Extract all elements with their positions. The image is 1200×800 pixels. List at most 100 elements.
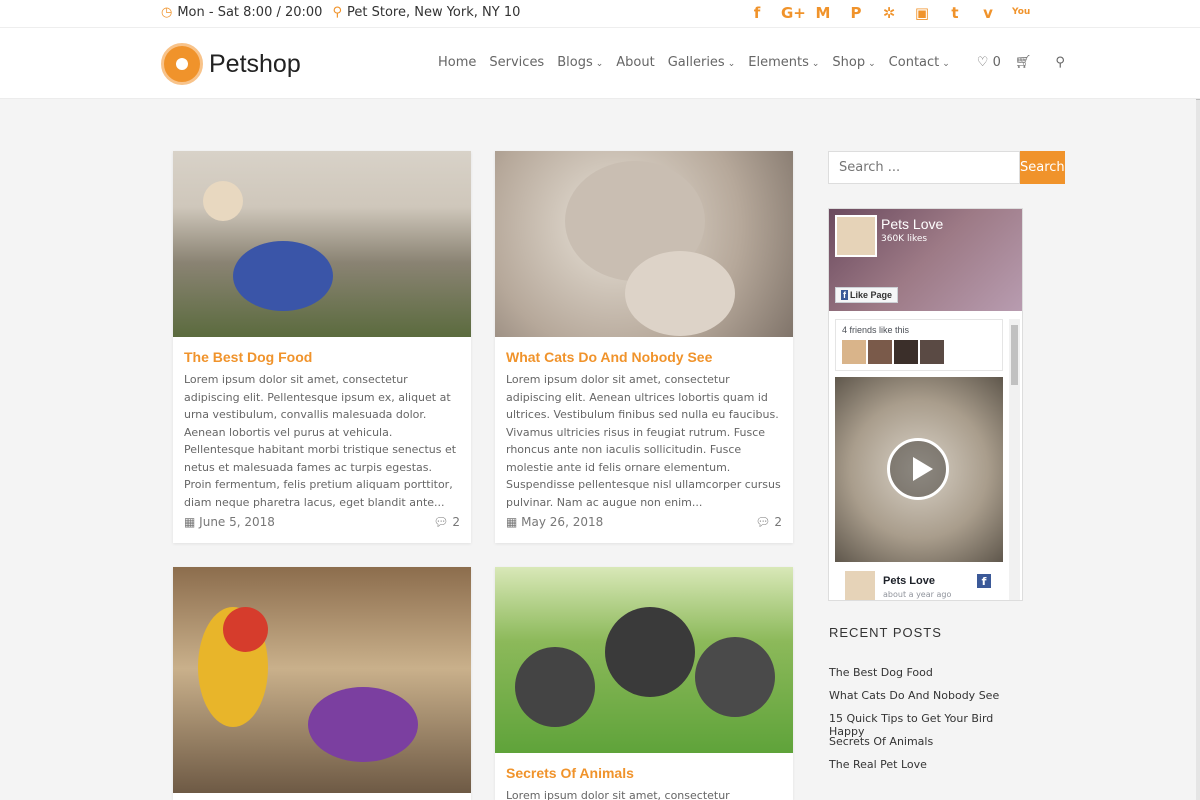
heart-icon: ♡ xyxy=(976,55,989,70)
hours-text: Mon - Sat 8:00 / 20:00 xyxy=(177,5,323,20)
bird-head-shape xyxy=(223,607,268,652)
friend-avatar[interactable] xyxy=(842,340,866,364)
fb-post-avatar[interactable] xyxy=(845,571,875,600)
play-icon[interactable] xyxy=(887,438,949,500)
nav-services[interactable]: Services xyxy=(489,55,544,70)
post-comments-count: 2 xyxy=(774,515,782,529)
nav-shop[interactable]: Shop ⌄ xyxy=(832,55,875,70)
location-text: Pet Store, New York, NY 10 xyxy=(347,5,521,20)
recent-post-link[interactable]: Secrets Of Animals xyxy=(829,735,1029,758)
post-comments-count: 2 xyxy=(452,515,460,529)
recent-post-link[interactable]: The Best Dog Food xyxy=(829,666,1029,689)
post-image-cats[interactable] xyxy=(495,151,793,337)
fb-friend-faces xyxy=(842,340,1002,364)
chevron-down-icon: ⌄ xyxy=(868,59,876,69)
puppy-shape xyxy=(605,607,695,697)
header-utilities: ♡ 0 🛒︎ ⚲ xyxy=(977,55,1065,70)
facebook-icon[interactable]: f xyxy=(748,4,766,22)
cart-icon[interactable]: 🛒︎ xyxy=(1015,55,1032,70)
fb-friends-text: 4 friends like this xyxy=(842,325,910,335)
fb-page-likes: 360K likes xyxy=(881,234,928,244)
chevron-down-icon: ⌄ xyxy=(811,59,820,69)
dog-head-shape xyxy=(203,181,243,221)
post-image-birds[interactable] xyxy=(173,567,471,793)
location-info: ⚲ Pet Store, New York, NY 10 xyxy=(332,5,520,20)
nav-home[interactable]: Home xyxy=(438,55,476,70)
post-title[interactable]: What Cats Do And Nobody See xyxy=(506,349,782,365)
fb-scrollbar-thumb[interactable] xyxy=(1011,325,1018,385)
kitten-shape xyxy=(625,251,735,336)
post-card xyxy=(173,567,471,800)
recent-post-link[interactable]: The Real Pet Love xyxy=(829,758,1029,781)
twitter-icon[interactable]: t xyxy=(946,4,964,22)
friend-avatar[interactable] xyxy=(868,340,892,364)
site-logo[interactable]: Petshop xyxy=(161,43,301,85)
fb-post-name[interactable]: Pets Love xyxy=(883,575,935,587)
dog-shape xyxy=(233,241,333,311)
post-comments[interactable]: 💬︎ 2 xyxy=(433,515,460,529)
fb-friends: 4 friends like this xyxy=(835,319,1003,371)
medium-icon[interactable]: M xyxy=(814,4,832,22)
facebook-icon: f xyxy=(977,574,991,588)
recent-post-link[interactable]: 15 Quick Tips to Get Your Bird Happy xyxy=(829,712,1029,738)
post-meta: ▦ May 26, 2018 💬︎ 2 xyxy=(506,515,782,529)
fb-like-button[interactable]: f Like Page xyxy=(835,287,899,303)
recent-posts: RECENT POSTS The Best Dog Food What Cats… xyxy=(829,625,1029,781)
comment-icon: 💬︎ xyxy=(755,515,771,529)
nav-blogs-label: Blogs xyxy=(557,55,593,70)
top-bar-info: ◷ Mon - Sat 8:00 / 20:00 ⚲ Pet Store, Ne… xyxy=(161,5,520,20)
nav-galleries-label: Galleries xyxy=(667,55,725,70)
wishlist-count: 0 xyxy=(992,55,1001,70)
social-links: f G+ M P ✲ ▣ t v You xyxy=(748,4,1031,22)
post-image-dog[interactable] xyxy=(173,151,471,337)
search-icon[interactable]: ⚲ xyxy=(1055,55,1065,70)
facebook-page-widget: Pets Love 360K likes f Like Page 4 friend… xyxy=(828,208,1023,601)
vimeo-icon[interactable]: v xyxy=(979,4,997,22)
post-image-puppies[interactable] xyxy=(495,567,793,753)
sidebar-search: Search xyxy=(828,151,1065,184)
comment-icon: 💬︎ xyxy=(433,515,449,529)
nav-shop-label: Shop xyxy=(832,55,866,70)
post-meta: ▦ June 5, 2018 💬︎ 2 xyxy=(184,515,460,529)
chevron-down-icon: ⌄ xyxy=(595,59,604,69)
fb-cover[interactable]: Pets Love 360K likes f Like Page xyxy=(829,209,1022,311)
joomla-icon[interactable]: ✲ xyxy=(880,4,898,22)
twitch-icon[interactable]: ▣ xyxy=(913,4,931,22)
post-card: Secrets Of Animals Lorem ipsum dolor sit… xyxy=(495,567,793,800)
fb-scrollbar[interactable] xyxy=(1009,319,1020,600)
post-title[interactable]: Secrets Of Animals xyxy=(506,765,782,781)
nav-about[interactable]: About xyxy=(616,55,654,70)
nav-galleries[interactable]: Galleries ⌄ xyxy=(668,55,736,70)
fb-page-avatar[interactable] xyxy=(835,215,877,257)
youtube-icon[interactable]: You xyxy=(1012,4,1030,22)
top-bar: ◷ Mon - Sat 8:00 / 20:00 ⚲ Pet Store, Ne… xyxy=(0,0,1200,28)
chevron-down-icon: ⌄ xyxy=(942,59,950,69)
recent-posts-title: RECENT POSTS xyxy=(829,625,942,640)
nav-elements[interactable]: Elements ⌄ xyxy=(748,55,819,70)
post-date: ▦ May 26, 2018 xyxy=(506,515,603,529)
fb-page-name[interactable]: Pets Love xyxy=(881,216,943,232)
fb-post-time[interactable]: about a year ago xyxy=(883,590,951,599)
hours-info: ◷ Mon - Sat 8:00 / 20:00 xyxy=(161,5,322,20)
wishlist-button[interactable]: ♡ 0 xyxy=(977,55,1001,70)
nav-blogs[interactable]: Blogs ⌄ xyxy=(557,55,603,70)
friend-avatar[interactable] xyxy=(894,340,918,364)
nav-contact[interactable]: Contact ⌄ xyxy=(889,55,950,70)
friend-avatar[interactable] xyxy=(920,340,944,364)
post-card: What Cats Do And Nobody See Lorem ipsum … xyxy=(495,151,793,543)
calendar-icon: ▦ xyxy=(506,515,518,529)
fb-video[interactable] xyxy=(835,377,1003,562)
post-comments[interactable]: 💬︎ 2 xyxy=(755,515,782,529)
search-input[interactable] xyxy=(828,151,1020,184)
google-plus-icon[interactable]: G+ xyxy=(781,4,806,22)
page-scrollbar[interactable] xyxy=(1196,0,1200,800)
post-title[interactable]: The Best Dog Food xyxy=(184,349,460,365)
recent-posts-list: The Best Dog Food What Cats Do And Nobod… xyxy=(829,666,1029,781)
paypal-icon[interactable]: P xyxy=(847,4,865,22)
facebook-icon: f xyxy=(841,290,848,300)
search-button[interactable]: Search xyxy=(1020,151,1065,184)
puppy-shape xyxy=(695,637,775,717)
fb-like-label: Like Page xyxy=(850,290,893,300)
recent-post-link[interactable]: What Cats Do And Nobody See xyxy=(829,689,1029,712)
fb-post: Pets Love about a year ago f xyxy=(835,566,1003,600)
